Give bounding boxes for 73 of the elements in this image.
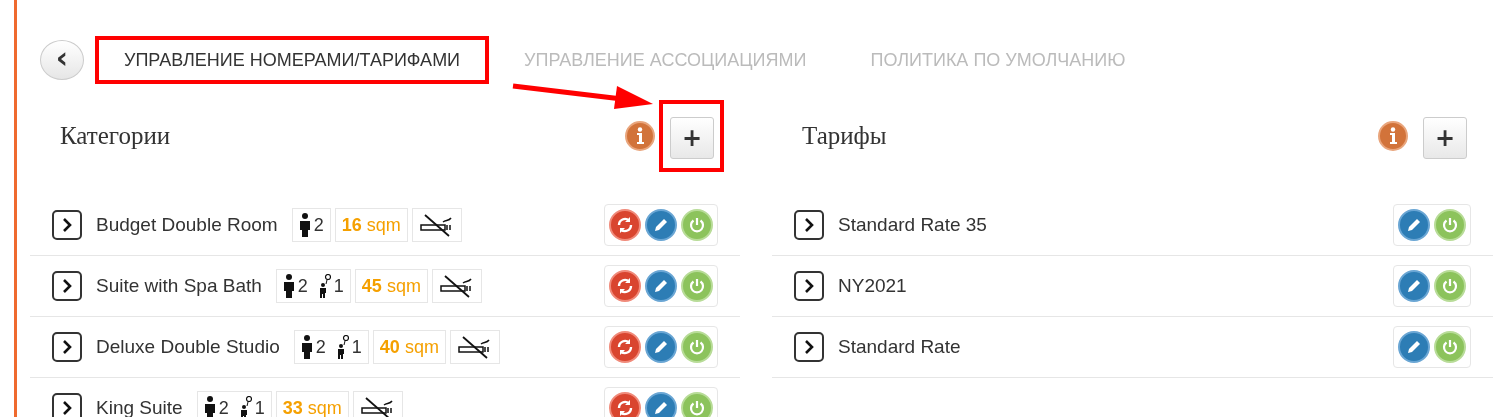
- edit-button[interactable]: [645, 392, 677, 417]
- power-icon: [1441, 216, 1459, 234]
- edit-button[interactable]: [1398, 331, 1430, 363]
- chevron-right-icon: [802, 339, 816, 355]
- chevron-right-icon: [60, 339, 74, 355]
- back-button[interactable]: ‹: [40, 40, 84, 80]
- expand-button[interactable]: [52, 393, 82, 417]
- refresh-icon: [616, 399, 634, 417]
- pencil-icon: [1406, 217, 1422, 233]
- pencil-icon: [1406, 278, 1422, 294]
- tab[interactable]: УПРАВЛЕНИЕ НОМЕРАМИ/ТАРИФАМИ: [95, 36, 490, 84]
- panel-title: Тарифы: [802, 121, 888, 150]
- area-badge: 16 sqm: [334, 208, 408, 242]
- edit-button[interactable]: [645, 209, 677, 241]
- power-icon: [688, 399, 706, 417]
- chevron-right-icon: [60, 217, 74, 233]
- edit-button[interactable]: [645, 270, 677, 302]
- pencil-icon: [1406, 339, 1422, 355]
- expand-button[interactable]: [52, 332, 82, 362]
- refresh-icon: [616, 277, 634, 295]
- row-name: Suite with Spa Bath: [96, 275, 262, 297]
- panel-title: Категории: [60, 121, 172, 150]
- edit-button[interactable]: [645, 331, 677, 363]
- row-name: Standard Rate 35: [838, 214, 987, 236]
- refresh-icon: [616, 216, 634, 234]
- chevron-right-icon: [60, 278, 74, 294]
- expand-button[interactable]: [794, 271, 824, 301]
- info-icon[interactable]: [1378, 120, 1408, 151]
- row-name: Deluxe Double Studio: [96, 336, 280, 358]
- occupancy-badge: 2 1: [196, 391, 272, 417]
- no-smoking-icon: [359, 396, 396, 417]
- power-icon: [1441, 277, 1459, 295]
- occupancy-badge: 2 1: [293, 330, 369, 364]
- chevron-right-icon: [802, 217, 816, 233]
- edit-button[interactable]: [1398, 209, 1430, 241]
- no-smoking-icon: [438, 274, 475, 298]
- person-icon: [203, 396, 216, 417]
- no-smoking-icon: [418, 213, 455, 237]
- refresh-button[interactable]: [609, 270, 641, 302]
- occupancy-badge: 2 1: [275, 269, 351, 303]
- refresh-button[interactable]: [609, 331, 641, 363]
- area-badge: 45 sqm: [354, 269, 428, 303]
- refresh-icon: [616, 338, 634, 356]
- info-icon[interactable]: [625, 120, 655, 151]
- expand-button[interactable]: [52, 210, 82, 240]
- expand-button[interactable]: [794, 332, 824, 362]
- pencil-icon: [653, 400, 669, 416]
- row-name: NY2021: [838, 275, 907, 297]
- row-name: Budget Double Room: [96, 214, 278, 236]
- row-name: Standard Rate: [838, 336, 961, 358]
- area-badge: 33 sqm: [275, 391, 349, 417]
- power-icon: [1441, 338, 1459, 356]
- chevron-right-icon: [60, 400, 74, 416]
- expand-button[interactable]: [794, 210, 824, 240]
- chevron-right-icon: [802, 278, 816, 294]
- area-badge: 40 sqm: [372, 330, 446, 364]
- edit-button[interactable]: [1398, 270, 1430, 302]
- refresh-button[interactable]: [609, 392, 641, 417]
- add-button[interactable]: +: [670, 116, 714, 159]
- power-icon: [688, 277, 706, 295]
- refresh-button[interactable]: [609, 209, 641, 241]
- power-icon: [688, 216, 706, 234]
- pencil-icon: [653, 339, 669, 355]
- person-icon: [298, 213, 311, 237]
- no-smoking-icon: [456, 335, 493, 359]
- add-button[interactable]: +: [1423, 116, 1467, 159]
- pencil-icon: [653, 217, 669, 233]
- expand-button[interactable]: [52, 271, 82, 301]
- occupancy-badge: 2: [291, 208, 331, 242]
- person-icon: [300, 335, 313, 359]
- power-icon: [688, 338, 706, 356]
- person-icon: [282, 274, 295, 298]
- pencil-icon: [653, 278, 669, 294]
